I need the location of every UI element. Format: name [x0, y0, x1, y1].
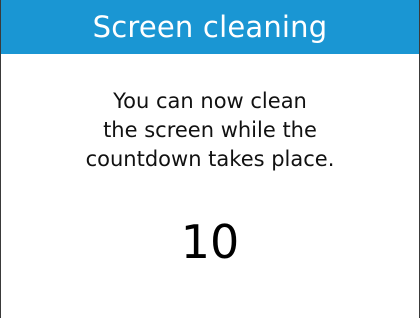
title-bar: Screen cleaning [1, 0, 419, 54]
instruction-message: You can now clean the screen while the c… [1, 87, 419, 174]
page-title: Screen cleaning [92, 10, 328, 44]
message-line: the screen while the [103, 118, 317, 142]
countdown-timer: 10 [180, 215, 240, 269]
message-line: You can now clean [113, 89, 307, 113]
screen-cleaning-dialog: Screen cleaning You can now clean the sc… [0, 0, 420, 318]
message-line: countdown takes place. [85, 147, 335, 171]
